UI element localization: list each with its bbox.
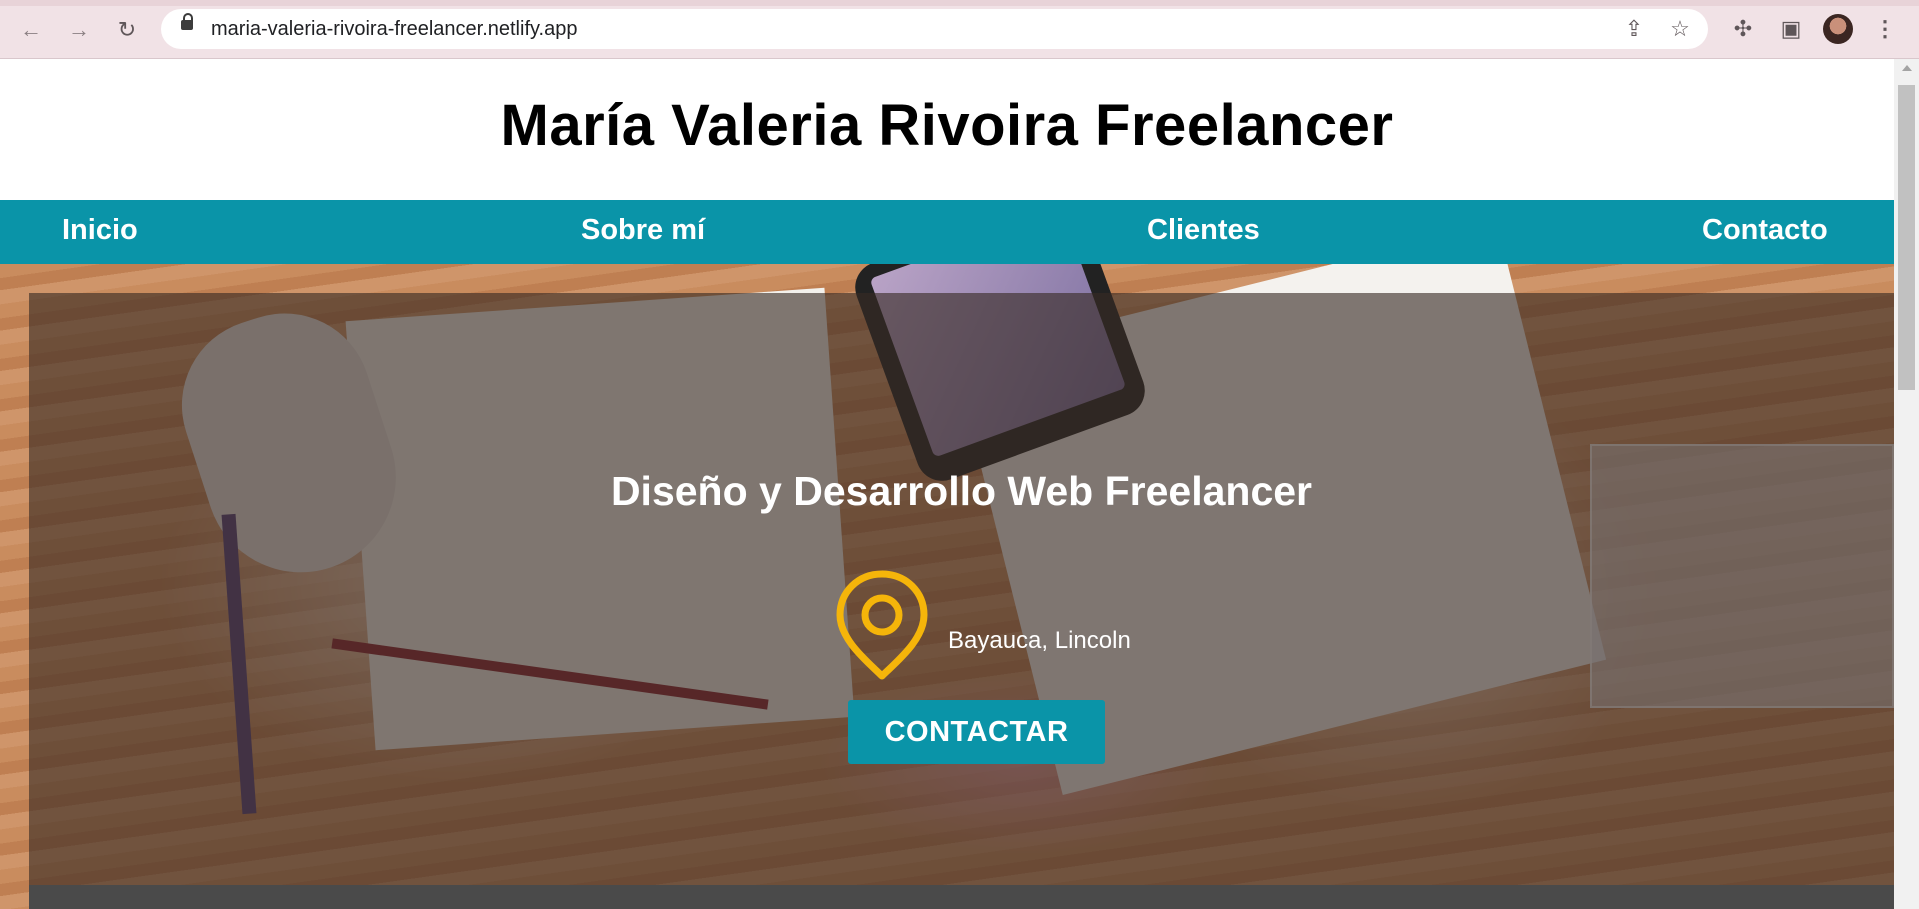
page-scrollbar[interactable]	[1894, 59, 1919, 909]
location-text: Bayauca, Lincoln	[948, 627, 1131, 654]
nav-link-sobre-mi[interactable]: Sobre mí	[581, 214, 705, 247]
page: María Valeria Rivoira Freelancer Inicio …	[0, 59, 1894, 909]
nav-link-contacto[interactable]: Contacto	[1702, 214, 1828, 247]
location-pin-icon	[836, 570, 928, 680]
extensions-icon[interactable]: ✣	[1730, 16, 1756, 42]
site-title: María Valeria Rivoira Freelancer	[500, 93, 1394, 158]
browser-toolbar: ← → ↻ maria-valeria-rivoira-freelancer.n…	[0, 0, 1919, 59]
nav-link-inicio[interactable]: Inicio	[62, 214, 138, 247]
menu-icon[interactable]: ⋮	[1872, 16, 1898, 42]
address-bar[interactable]: maria-valeria-rivoira-freelancer.netlify…	[161, 9, 1708, 49]
scroll-up-arrow-icon[interactable]	[1902, 65, 1912, 71]
side-panel-icon[interactable]: ▣	[1778, 16, 1804, 42]
contact-button[interactable]: CONTACTAR	[848, 700, 1105, 764]
tab-strip-edge	[0, 0, 1919, 6]
reload-icon[interactable]: ↻	[114, 17, 140, 43]
hero-section: Diseño y Desarrollo Web Freelancer Bayau…	[0, 264, 1894, 909]
back-icon[interactable]: ←	[18, 17, 44, 43]
hero-overlay: Diseño y Desarrollo Web Freelancer Bayau…	[29, 293, 1894, 909]
url-text[interactable]: maria-valeria-rivoira-freelancer.netlify…	[211, 18, 577, 41]
main-nav: Inicio Sobre mí Clientes Contacto	[0, 200, 1894, 264]
share-icon[interactable]: ⇪	[1622, 17, 1646, 41]
star-icon[interactable]: ☆	[1668, 17, 1692, 41]
forward-icon[interactable]: →	[66, 17, 92, 43]
nav-link-clientes[interactable]: Clientes	[1147, 214, 1260, 247]
hero-headline: Diseño y Desarrollo Web Freelancer	[610, 468, 1313, 514]
scroll-thumb[interactable]	[1898, 85, 1915, 390]
lock-icon[interactable]	[181, 13, 193, 30]
avatar[interactable]	[1823, 14, 1853, 44]
next-section-edge	[29, 885, 1894, 909]
